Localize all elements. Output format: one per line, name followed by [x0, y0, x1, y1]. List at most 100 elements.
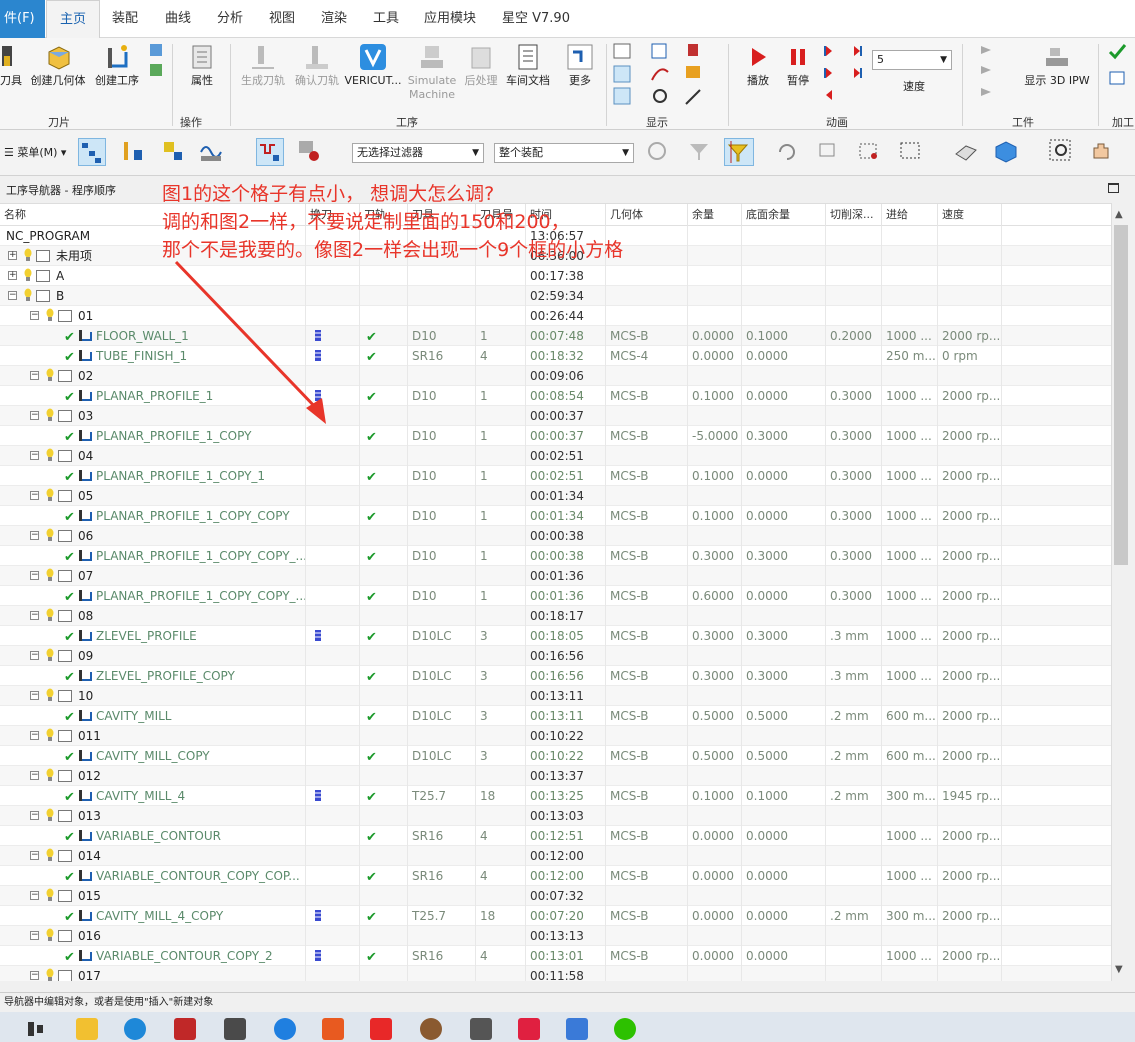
- name-cell[interactable]: ✔ ZLEVEL_PROFILE_COPY: [0, 666, 306, 686]
- name-cell[interactable]: ✔ PLANAR_PROFILE_1: [0, 386, 306, 406]
- shop-doc-button[interactable]: 车间文档: [504, 42, 552, 88]
- mail-icon[interactable]: [224, 1018, 246, 1040]
- create-geometry-button[interactable]: 创建几何体: [28, 42, 88, 88]
- name-cell[interactable]: ✔ PLANAR_PROFILE_1_COPY: [0, 426, 306, 446]
- program-row[interactable]: − 01 00:26:44: [0, 306, 1111, 326]
- solidworks-icon[interactable]: [174, 1018, 196, 1040]
- name-cell[interactable]: ✔ CAVITY_MILL_4: [0, 786, 306, 806]
- name-cell[interactable]: − 011: [0, 726, 306, 746]
- name-cell[interactable]: ✔ PLANAR_PROFILE_1_COPY_COPY: [0, 506, 306, 526]
- expand-icon[interactable]: −: [30, 851, 39, 860]
- media-player-icon[interactable]: [322, 1018, 344, 1040]
- machine-tool-view-button[interactable]: [120, 138, 148, 166]
- expand-icon[interactable]: −: [30, 411, 39, 420]
- tab-analysis[interactable]: 分析: [210, 0, 250, 38]
- name-cell[interactable]: − 014: [0, 846, 306, 866]
- name-cell[interactable]: − 07: [0, 566, 306, 586]
- operation-row[interactable]: ✔ CAVITY_MILL_COPY ✔ D10LC 3 00:10:22 MCS-B 0.5…: [0, 746, 1111, 766]
- program-row[interactable]: − 012 00:13:37: [0, 766, 1111, 786]
- column-header-floor[interactable]: 底面余量: [742, 204, 826, 226]
- expand-icon[interactable]: −: [30, 811, 39, 820]
- program-row[interactable]: − 016 00:13:13: [0, 926, 1111, 946]
- geometry-view-button[interactable]: [160, 138, 188, 166]
- machining-icons[interactable]: [1104, 42, 1132, 110]
- name-cell[interactable]: + A: [0, 266, 306, 286]
- menu-dropdown[interactable]: ☰ 菜单(M) ▾: [4, 144, 66, 160]
- workpiece-small-icons[interactable]: [972, 42, 1012, 110]
- name-cell[interactable]: ✔ PLANAR_PROFILE_1_COPY_COPY_...: [0, 546, 306, 566]
- toolpath-view-button[interactable]: [256, 138, 284, 166]
- maximize-icon[interactable]: [1108, 183, 1119, 193]
- shaded-view-button[interactable]: [952, 138, 980, 166]
- show-3d-ipw-button[interactable]: 显示 3D IPW: [1022, 42, 1092, 88]
- program-row[interactable]: − 08 00:18:17: [0, 606, 1111, 626]
- expand-icon[interactable]: −: [30, 451, 39, 460]
- tool-button[interactable]: 刀具: [0, 42, 22, 88]
- column-header-stock[interactable]: 余量: [688, 204, 742, 226]
- file-menu[interactable]: 件(F): [0, 0, 45, 38]
- program-order-view-button[interactable]: [78, 138, 106, 166]
- operation-row[interactable]: ✔ PLANAR_PROFILE_1_COPY_COPY ✔ D10 1 00:01:34…: [0, 506, 1111, 526]
- expand-icon[interactable]: −: [30, 571, 39, 580]
- zoom-fit-button[interactable]: [1048, 138, 1076, 166]
- program-row[interactable]: − 02 00:09:06: [0, 366, 1111, 386]
- name-cell[interactable]: ✔ CAVITY_MILL_4_COPY: [0, 906, 306, 926]
- bounding-box-button[interactable]: [856, 138, 884, 166]
- name-cell[interactable]: − 09: [0, 646, 306, 666]
- selection-filter-select[interactable]: 无选择过滤器 ▼: [352, 143, 484, 163]
- name-cell[interactable]: − 10: [0, 686, 306, 706]
- task-view-icon[interactable]: [24, 1018, 46, 1040]
- program-row[interactable]: − 013 00:13:03: [0, 806, 1111, 826]
- name-cell[interactable]: ✔ VARIABLE_CONTOUR_COPY_COP...: [0, 866, 306, 886]
- name-cell[interactable]: − 01: [0, 306, 306, 326]
- tab-tools[interactable]: 工具: [366, 0, 406, 38]
- name-cell[interactable]: ✔ PLANAR_PROFILE_1_COPY_1: [0, 466, 306, 486]
- name-cell[interactable]: ✔ CAVITY_MILL: [0, 706, 306, 726]
- post-process-button[interactable]: 后处理: [462, 42, 500, 88]
- program-row[interactable]: − 04 00:02:51: [0, 446, 1111, 466]
- expand-icon[interactable]: −: [30, 651, 39, 660]
- expand-icon[interactable]: −: [30, 611, 39, 620]
- generate-toolpath-button[interactable]: 生成刀轨: [238, 42, 288, 88]
- scroll-up-icon[interactable]: ▲: [1115, 209, 1123, 220]
- simulate-machine-button[interactable]: Simulate Machine: [404, 42, 460, 102]
- snap-tool-button[interactable]: [644, 138, 672, 166]
- name-cell[interactable]: ✔ PLANAR_PROFILE_1_COPY_COPY_...: [0, 586, 306, 606]
- program-row[interactable]: − 05 00:01:34: [0, 486, 1111, 506]
- program-row[interactable]: − B 02:59:34: [0, 286, 1111, 306]
- operation-row[interactable]: ✔ CAVITY_MILL_4_COPY ✔ T25.7 18 00:07:20 MCS-B…: [0, 906, 1111, 926]
- youdao-icon[interactable]: [518, 1018, 540, 1040]
- name-cell[interactable]: − 015: [0, 886, 306, 906]
- more-button[interactable]: 更多: [560, 42, 600, 88]
- expand-icon[interactable]: −: [30, 931, 39, 940]
- expand-icon[interactable]: +: [8, 251, 17, 260]
- name-cell[interactable]: ✔ CAVITY_MILL_COPY: [0, 746, 306, 766]
- name-cell[interactable]: − 012: [0, 766, 306, 786]
- expand-icon[interactable]: −: [30, 891, 39, 900]
- name-cell[interactable]: ✔ ZLEVEL_PROFILE: [0, 626, 306, 646]
- operation-row[interactable]: ✔ TUBE_FINISH_1 ✔ SR16 4 00:18:32 MCS-4 0.0000 0…: [0, 346, 1111, 366]
- coffee-app-icon[interactable]: [420, 1018, 442, 1040]
- tab-render[interactable]: 渲染: [314, 0, 354, 38]
- filter-tool-button[interactable]: [686, 138, 714, 166]
- expand-icon[interactable]: −: [30, 731, 39, 740]
- operation-row[interactable]: ✔ CAVITY_MILL_4 ✔ T25.7 18 00:13:25 MCS-B 0.100…: [0, 786, 1111, 806]
- column-header-depth[interactable]: 切削深...: [826, 204, 882, 226]
- rotate-tool-button[interactable]: [774, 138, 802, 166]
- operation-row[interactable]: ✔ PLANAR_PROFILE_1_COPY_1 ✔ D10 1 00:02:51 MCS…: [0, 466, 1111, 486]
- speed-select[interactable]: 5 ▼: [872, 50, 952, 70]
- program-row[interactable]: − 011 00:10:22: [0, 726, 1111, 746]
- program-row[interactable]: − 015 00:07:32: [0, 886, 1111, 906]
- operation-row[interactable]: ✔ PLANAR_PROFILE_1_COPY_COPY_... ✔ D10 1 00:0…: [0, 546, 1111, 566]
- name-cell[interactable]: − 016: [0, 926, 306, 946]
- attribute-button[interactable]: 属性: [180, 42, 224, 88]
- name-cell[interactable]: ✔ VARIABLE_CONTOUR: [0, 826, 306, 846]
- pause-button[interactable]: 暂停: [780, 42, 816, 88]
- name-cell[interactable]: ✔ VARIABLE_CONTOUR_COPY_2: [0, 946, 306, 966]
- operation-row[interactable]: ✔ CAVITY_MILL ✔ D10LC 3 00:13:11 MCS-B 0.5000 0.…: [0, 706, 1111, 726]
- name-cell[interactable]: − 017: [0, 966, 306, 981]
- name-cell[interactable]: − 06: [0, 526, 306, 546]
- method-view-button[interactable]: [198, 138, 226, 166]
- scroll-down-icon[interactable]: ▼: [1115, 964, 1123, 975]
- operation-row[interactable]: ✔ PLANAR_PROFILE_1_COPY ✔ D10 1 00:00:37 MCS-B…: [0, 426, 1111, 446]
